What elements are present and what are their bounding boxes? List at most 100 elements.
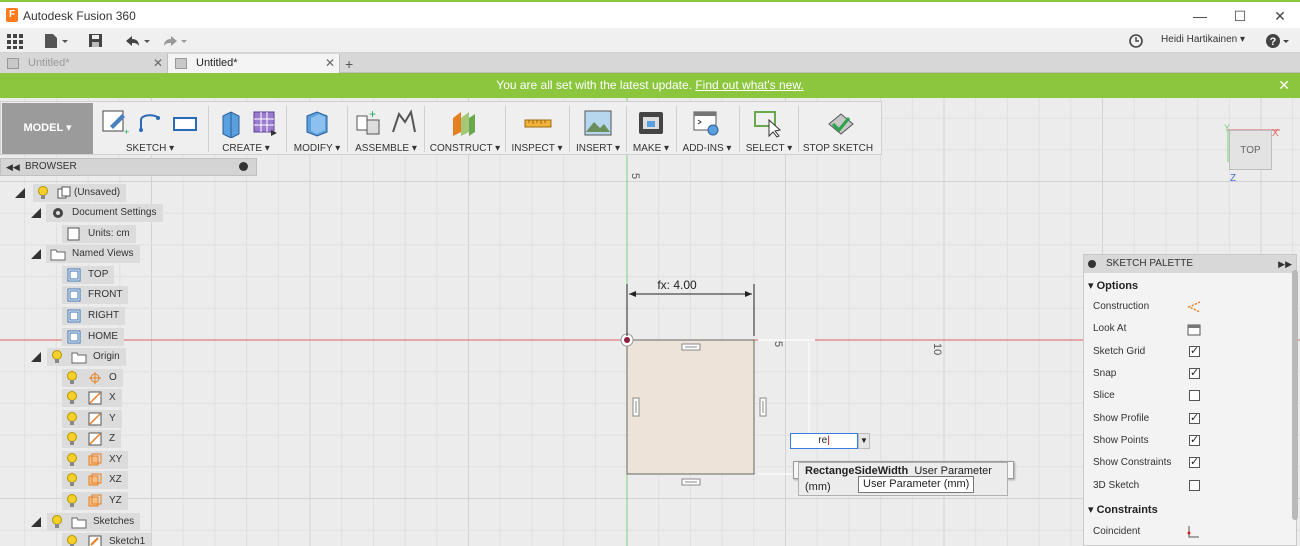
browser-node-units[interactable]: Units: cm bbox=[0, 225, 257, 243]
undo-icon[interactable] bbox=[122, 32, 150, 49]
dimension-dropdown-arrow[interactable]: ▼ bbox=[858, 433, 870, 449]
ribbon-group-label[interactable]: ADD-INS ▾ bbox=[679, 143, 735, 154]
expand-triangle-icon[interactable] bbox=[15, 188, 25, 198]
checkbox[interactable] bbox=[1189, 433, 1200, 446]
press-pull-icon[interactable] bbox=[301, 108, 331, 138]
rectangle-tool-icon[interactable] bbox=[170, 108, 200, 136]
browser-node-yz[interactable]: YZ bbox=[0, 492, 257, 510]
make-group[interactable]: MAKE ▾ bbox=[629, 102, 673, 156]
minimize-palette-icon[interactable] bbox=[1088, 260, 1096, 268]
expand-triangle-icon[interactable] bbox=[31, 517, 41, 527]
ribbon-group-label[interactable]: ASSEMBLE ▾ bbox=[351, 143, 421, 154]
checkbox[interactable] bbox=[1189, 455, 1200, 468]
ribbon-group-label[interactable]: MODIFY ▾ bbox=[291, 143, 343, 154]
ribbon-group-label[interactable]: INSPECT ▾ bbox=[509, 143, 565, 154]
browser-node-xz[interactable]: XZ bbox=[0, 471, 257, 489]
browser-node-top[interactable]: TOP bbox=[0, 266, 257, 284]
visibility-bulb-icon[interactable] bbox=[66, 391, 78, 405]
visibility-bulb-icon[interactable] bbox=[51, 350, 63, 364]
look-at-icon[interactable] bbox=[1187, 322, 1201, 336]
help-icon[interactable]: ? bbox=[1265, 32, 1293, 49]
visibility-bulb-icon[interactable] bbox=[66, 535, 78, 546]
close-tab-icon[interactable]: ✕ bbox=[153, 54, 163, 73]
visibility-bulb-icon[interactable] bbox=[51, 515, 63, 529]
stop-sketch-group[interactable]: STOP SKETCH bbox=[801, 102, 875, 156]
create-group[interactable]: CREATE ▾ bbox=[211, 102, 281, 156]
assemble-group[interactable]: + ASSEMBLE ▾ bbox=[351, 102, 421, 156]
ribbon-group-label[interactable]: CONSTRUCT ▾ bbox=[429, 143, 501, 154]
browser-node-sketch1[interactable]: Sketch1 bbox=[0, 533, 257, 546]
visibility-bulb-icon[interactable] bbox=[37, 186, 49, 200]
browser-node-xy[interactable]: XY bbox=[0, 451, 257, 469]
minimize-browser-icon[interactable] bbox=[239, 162, 248, 171]
constraint-coincident[interactable]: Coincident bbox=[1093, 526, 1140, 537]
maximize-button[interactable]: ☐ bbox=[1225, 6, 1255, 26]
browser-node-front[interactable]: FRONT bbox=[0, 286, 257, 304]
workspace-switcher[interactable]: MODEL ▾ bbox=[2, 103, 93, 154]
constraints-section-header[interactable]: ▾ Constraints bbox=[1088, 503, 1158, 516]
tab-untitled-2[interactable]: Untitled* ✕ bbox=[168, 54, 340, 73]
browser-node-root[interactable]: (Unsaved) bbox=[0, 184, 257, 202]
tab-untitled-1[interactable]: Untitled* ✕ bbox=[0, 54, 168, 73]
checkbox[interactable] bbox=[1189, 344, 1200, 357]
data-panel-grid-icon[interactable] bbox=[7, 32, 23, 49]
browser-node-named-views[interactable]: Named Views bbox=[0, 245, 257, 263]
offset-plane-icon[interactable] bbox=[449, 108, 479, 138]
extrude-icon[interactable] bbox=[217, 108, 245, 138]
palette-scrollbar[interactable] bbox=[1292, 270, 1298, 520]
visibility-bulb-icon[interactable] bbox=[66, 473, 78, 487]
ribbon-group-label[interactable]: MAKE ▾ bbox=[629, 143, 673, 154]
job-status-clock-icon[interactable] bbox=[1128, 32, 1144, 49]
ribbon-group-label[interactable]: INSERT ▾ bbox=[573, 143, 623, 154]
expand-triangle-icon[interactable] bbox=[31, 208, 41, 218]
scripts-addins-icon[interactable] bbox=[691, 108, 721, 138]
visibility-bulb-icon[interactable] bbox=[66, 494, 78, 508]
ribbon-group-label[interactable]: CREATE ▾ bbox=[211, 143, 281, 154]
visibility-bulb-icon[interactable] bbox=[66, 412, 78, 426]
browser-node-x[interactable]: X bbox=[0, 389, 257, 407]
construct-group[interactable]: CONSTRUCT ▾ bbox=[429, 102, 501, 156]
ribbon-group-label[interactable]: STOP SKETCH bbox=[801, 143, 875, 154]
vertical-constraint-icon[interactable] bbox=[759, 397, 767, 417]
create-sketch-icon[interactable]: + bbox=[100, 108, 130, 136]
sketch-rectangle[interactable] bbox=[626, 339, 755, 475]
visibility-bulb-icon[interactable] bbox=[66, 432, 78, 446]
vertical-constraint-icon[interactable] bbox=[632, 397, 640, 417]
modify-group[interactable]: MODIFY ▾ bbox=[291, 102, 343, 156]
close-banner-icon[interactable]: ✕ bbox=[1278, 73, 1290, 98]
checkbox[interactable] bbox=[1189, 411, 1200, 424]
checkbox[interactable] bbox=[1189, 480, 1200, 491]
close-tab-icon[interactable]: ✕ bbox=[325, 54, 335, 73]
collapse-browser-icon[interactable]: ◀◀ bbox=[6, 159, 20, 175]
browser-node-origin[interactable]: Origin bbox=[0, 348, 257, 366]
expand-palette-icon[interactable]: ▶▶ bbox=[1278, 255, 1292, 273]
checkbox[interactable] bbox=[1189, 390, 1200, 401]
expand-triangle-icon[interactable] bbox=[31, 352, 41, 362]
inspect-group[interactable]: INSPECT ▾ bbox=[509, 102, 565, 156]
save-icon[interactable] bbox=[88, 32, 104, 49]
new-tab-plus-icon[interactable]: + bbox=[345, 56, 353, 72]
options-section-header[interactable]: ▾ Options bbox=[1088, 279, 1138, 292]
browser-node-right[interactable]: RIGHT bbox=[0, 307, 257, 325]
select-cursor-icon[interactable] bbox=[753, 108, 783, 138]
sketch-group[interactable]: + SKETCH ▾ bbox=[96, 102, 204, 156]
minimize-button[interactable]: — bbox=[1185, 6, 1215, 26]
browser-node-o[interactable]: O bbox=[0, 369, 257, 387]
sketch-palette-header[interactable]: SKETCH PALETTE ▶▶ bbox=[1084, 255, 1296, 273]
browser-node-z[interactable]: Z bbox=[0, 430, 257, 448]
stop-sketch-icon[interactable] bbox=[825, 108, 855, 138]
joint-icon[interactable] bbox=[389, 108, 419, 138]
expand-triangle-icon[interactable] bbox=[31, 249, 41, 259]
file-menu-icon[interactable] bbox=[43, 32, 69, 49]
viewcube[interactable]: TOP bbox=[1229, 130, 1272, 170]
coincident-icon[interactable] bbox=[1186, 525, 1200, 539]
browser-node-home[interactable]: HOME bbox=[0, 328, 257, 346]
whats-new-link[interactable]: Find out what's new. bbox=[695, 78, 803, 92]
construction-icon[interactable] bbox=[1187, 300, 1201, 314]
redo-icon[interactable] bbox=[160, 32, 188, 49]
measure-icon[interactable] bbox=[523, 108, 553, 138]
line-tool-icon[interactable] bbox=[136, 108, 164, 136]
browser-node-sketches[interactable]: Sketches bbox=[0, 513, 257, 531]
horizontal-constraint-icon[interactable] bbox=[681, 343, 701, 351]
insert-group[interactable]: INSERT ▾ bbox=[573, 102, 623, 156]
